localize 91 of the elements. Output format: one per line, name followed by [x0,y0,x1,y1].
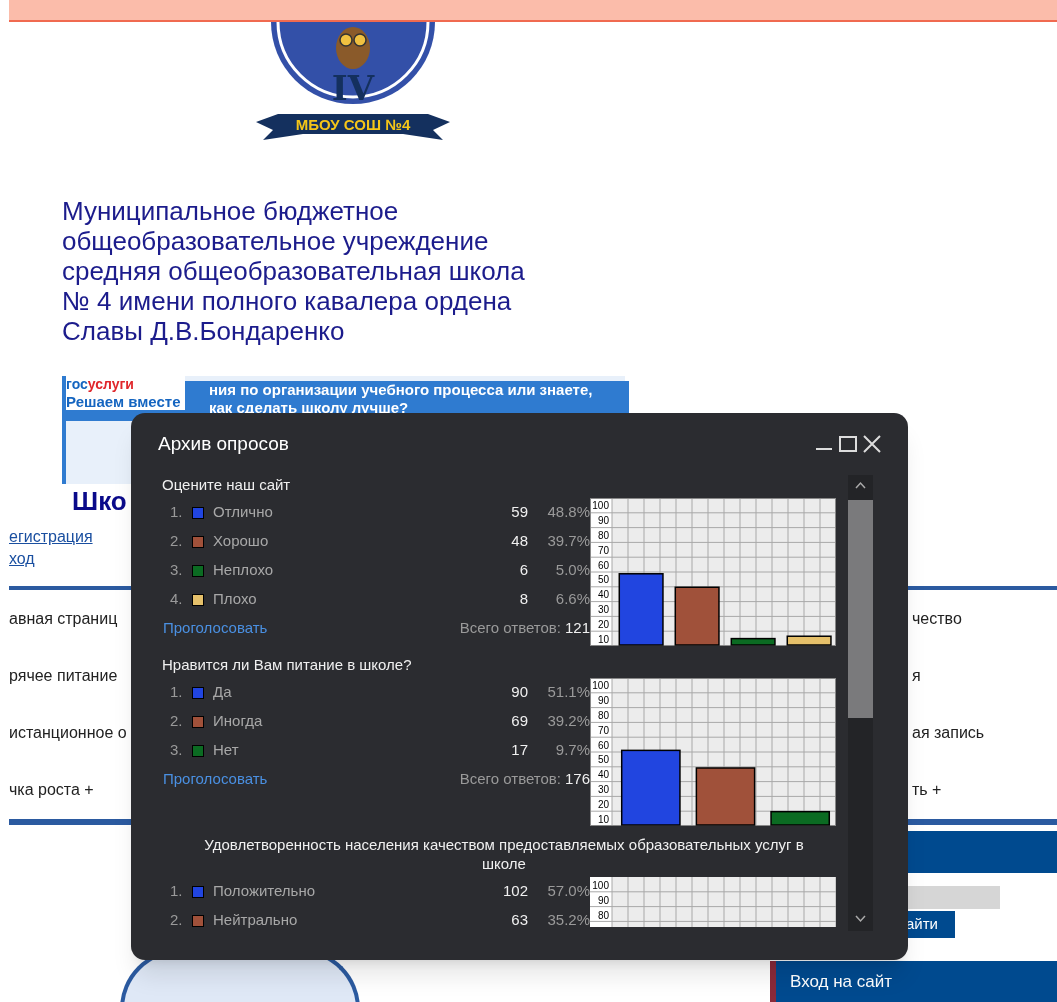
axis-tick-label: 90 [597,894,609,906]
option-number: 1. [170,881,184,902]
axis-tick-label: 60 [597,559,609,571]
vote-link[interactable]: Проголосовать [163,768,268,791]
vote-count: 90 [511,682,528,703]
auth-link[interactable]: егистрация [9,526,93,548]
axis-tick-label: 40 [597,769,609,781]
total-count: 121 [564,618,590,639]
nav-item[interactable]: рячее питание [9,663,118,688]
vote-percent: 39.7% [546,531,590,552]
option-label: Хорошо [213,531,270,552]
vote-count: 17 [511,740,528,761]
vote-count: 6 [519,560,528,581]
axis-tick-label: 20 [597,798,609,810]
axis-tick-label: 50 [597,754,609,766]
axis-tick-label: 60 [597,739,609,751]
axis-tick-label: 80 [597,710,609,721]
axis-tick-label: 70 [597,724,609,736]
axis-tick-label: 80 [597,909,609,921]
logo-banner-text: МБОУ СОШ №4 [295,116,411,133]
vote-percent: 35.2% [546,910,590,931]
axis-tick-label: 100 [592,500,609,512]
vote-count: 63 [511,910,528,931]
axis-tick-label: 100 [592,680,609,692]
slogan: Решаем вместе [66,393,181,410]
nav-item[interactable]: истанционное о [9,720,127,745]
nav-item[interactable]: ая запись [912,720,985,745]
option-label: Неплохо [213,560,275,581]
maximize-icon[interactable] [838,434,858,454]
option-number: 2. [170,531,184,552]
option-label: Нет [213,740,240,761]
option-label: Да [213,682,233,703]
option-number: 3. [170,560,184,581]
option-number: 1. [170,502,184,523]
axis-tick-label: 80 [597,530,609,541]
vote-percent: 39.2% [546,711,590,732]
axis-tick-label: 10 [597,813,609,825]
vote-percent: 9.7% [554,740,590,761]
school-name: Муниципальное бюджетное общеобразовательное учреждение средняя общеобразовательная школа № 4 имени полного кавалера ордена Славы Д.В.Бондаренко [62,196,526,346]
vote-percent: 6.6% [554,589,590,610]
nav-item[interactable]: чество [912,606,962,631]
poll-question: Оцените наш сайт [162,475,292,494]
option-number: 2. [170,711,184,732]
login-title: Вход на сайт [770,961,1057,1002]
total-count: 176 [564,769,590,790]
vote-link[interactable]: Проголосовать [163,617,268,640]
axis-tick-label: 50 [597,574,609,586]
axis-tick-label: 100 [592,880,609,891]
axis-tick-label: 70 [597,544,609,556]
dialog-title: Архив опросов [158,431,290,456]
nav-item[interactable]: чка роста + [9,777,94,802]
total-label: Всего ответов: [459,769,561,790]
option-number: 3. [170,740,184,761]
nav-item[interactable]: авная страниц [9,606,118,631]
option-label: Плохо [213,589,258,610]
gosuslugi-logo: госуслуги [66,376,135,393]
option-number: 1. [170,682,184,703]
vote-percent: 5.0% [554,560,590,581]
nav-item[interactable]: я [912,663,921,688]
scroll-thumb[interactable] [848,500,873,718]
banner-text: ния по организации учебного процесса или знаете, [209,381,594,399]
option-label: Отлично [213,502,274,523]
axis-tick-label: 30 [597,784,609,795]
poll-question: Нравится ли Вам питание в школе? [162,655,413,674]
vote-count: 48 [511,531,528,552]
option-label: Иногда [213,711,264,732]
axis-tick-label: 20 [597,618,609,630]
page-heading: Шко [72,486,127,516]
vote-percent: 48.8% [546,502,590,523]
scrollbar[interactable] [848,475,873,931]
axis-tick-label: 30 [597,604,609,615]
vote-count: 59 [511,502,528,523]
banner-text: как сделать школу лучше? [209,399,409,417]
close-icon[interactable] [862,434,882,454]
vote-percent: 51.1% [546,682,590,703]
option-label: Положительно [213,881,317,902]
axis-tick-label: 90 [597,515,609,527]
axis-tick-label: 90 [597,695,609,707]
auth-link[interactable]: ход [9,548,35,570]
axis-tick-label: 40 [597,589,609,601]
poll-question: Удовлетворенность населения качеством предоставляемых образовательных услуг в школе [203,835,805,873]
total-label: Всего ответов: [459,618,561,639]
axis-tick-label: 10 [597,633,609,645]
option-label: Нейтрально [213,910,299,931]
vote-count: 102 [502,881,528,902]
vote-count: 8 [519,589,528,610]
vote-count: 69 [511,711,528,732]
option-number: 4. [170,589,184,610]
nav-item[interactable]: ть + [912,777,942,802]
option-number: 2. [170,910,184,931]
vote-percent: 57.0% [546,881,590,902]
